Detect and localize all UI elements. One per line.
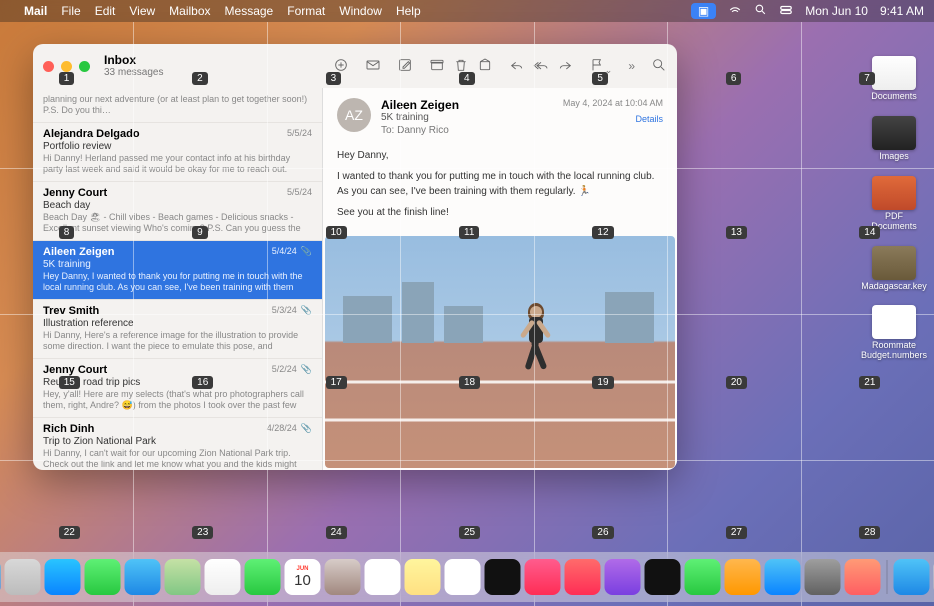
- minimize-button[interactable]: [61, 61, 72, 72]
- menubar-time[interactable]: 9:41 AM: [880, 4, 924, 18]
- to-label: To:: [381, 125, 394, 136]
- envelope-icon[interactable]: [365, 57, 381, 76]
- wifi-icon[interactable]: [728, 3, 742, 20]
- message-item[interactable]: planning our next adventure (or at least…: [33, 88, 322, 123]
- dock: JUN10: [0, 552, 934, 602]
- reply-all-icon[interactable]: [533, 57, 549, 76]
- menu-format[interactable]: Format: [287, 4, 325, 18]
- maximize-button[interactable]: [79, 61, 90, 72]
- dock-mail[interactable]: [125, 559, 161, 595]
- grid-marker: 26: [592, 526, 613, 539]
- traffic-lights: [43, 61, 90, 72]
- dock-notes[interactable]: [405, 559, 441, 595]
- dock-finder[interactable]: [0, 559, 1, 595]
- reader-body: Hey Danny, I wanted to thank you for put…: [323, 144, 677, 236]
- message-item[interactable]: Rich Dinh4/28/24📎Trip to Zion National P…: [33, 418, 322, 470]
- menu-view[interactable]: View: [129, 4, 155, 18]
- close-button[interactable]: [43, 61, 54, 72]
- reader-subject: 5K training: [381, 112, 553, 123]
- dock-news[interactable]: [565, 559, 601, 595]
- dock-pages[interactable]: [725, 559, 761, 595]
- attachment-image[interactable]: [325, 236, 675, 468]
- menubar-date[interactable]: Mon Jun 10: [805, 4, 868, 18]
- grid-marker: 13: [726, 226, 747, 239]
- dock-messages[interactable]: [85, 559, 121, 595]
- desktop-item[interactable]: Images: [862, 116, 926, 162]
- grid-marker: 24: [326, 526, 347, 539]
- compose-icon[interactable]: [397, 57, 413, 76]
- dock-contacts[interactable]: [325, 559, 361, 595]
- grid-marker: 25: [459, 526, 480, 539]
- menu-file[interactable]: File: [61, 4, 80, 18]
- mailbox-title: Inbox: [104, 54, 163, 67]
- message-item[interactable]: Jenny Court5/2/24📎Reunion road trip pics…: [33, 359, 322, 418]
- grid-marker: 27: [726, 526, 747, 539]
- dock-settings[interactable]: [805, 559, 841, 595]
- app-name[interactable]: Mail: [24, 4, 47, 18]
- junk-icon[interactable]: [477, 57, 493, 76]
- archive-icon[interactable]: [429, 57, 445, 76]
- reader-from: Aileen Zeigen: [381, 98, 553, 112]
- desktop-item[interactable]: Roommate Budget.numbers: [862, 305, 926, 361]
- dock-podcasts[interactable]: [605, 559, 641, 595]
- message-list[interactable]: planning our next adventure (or at least…: [33, 88, 323, 470]
- control-center-icon[interactable]: [779, 3, 793, 20]
- menu-mailbox[interactable]: Mailbox: [169, 4, 210, 18]
- more-icon[interactable]: »: [628, 59, 635, 73]
- menu-message[interactable]: Message: [225, 4, 274, 18]
- forward-icon[interactable]: [557, 57, 573, 76]
- menubar: Mail File Edit View Mailbox Message Form…: [0, 0, 934, 22]
- dock-appstore[interactable]: [765, 559, 801, 595]
- reply-icon[interactable]: [509, 57, 525, 76]
- grid-marker: 23: [192, 526, 213, 539]
- trash-icon[interactable]: [453, 57, 469, 76]
- message-reader: AZ Aileen Zeigen 5K training To: Danny R…: [323, 88, 677, 470]
- spotlight-icon[interactable]: [754, 3, 767, 19]
- message-item[interactable]: Trev Smith5/3/24📎Illustration referenceH…: [33, 300, 322, 359]
- flag-icon[interactable]: ⌄: [589, 57, 613, 76]
- dock-safari[interactable]: [45, 559, 81, 595]
- grid-marker: 28: [859, 526, 880, 539]
- menu-help[interactable]: Help: [396, 4, 421, 18]
- desktop-item[interactable]: Documents: [862, 56, 926, 102]
- grid-marker: 22: [59, 526, 80, 539]
- grid-marker: 21: [859, 376, 880, 389]
- titlebar[interactable]: Inbox 33 messages ⌄ »: [33, 44, 677, 88]
- grid-marker: 6: [726, 72, 742, 85]
- filter-icon[interactable]: [333, 57, 349, 76]
- reader-to: Danny Rico: [397, 125, 449, 136]
- runner-figure: [521, 306, 555, 396]
- desktop-icons: Documents Images PDF Documents Madagascar.k…: [862, 56, 926, 361]
- dock-iphone-mirror[interactable]: [845, 559, 881, 595]
- desktop-item[interactable]: PDF Documents: [862, 176, 926, 232]
- screen-share-icon[interactable]: ▣: [691, 3, 716, 19]
- desktop-item[interactable]: Madagascar.key: [862, 246, 926, 292]
- dock-launchpad[interactable]: [5, 559, 41, 595]
- menu-edit[interactable]: Edit: [95, 4, 116, 18]
- dock-calendar[interactable]: JUN10: [285, 559, 321, 595]
- dock-photos[interactable]: [205, 559, 241, 595]
- toolbar: ⌄ »: [333, 57, 667, 76]
- dock-maps[interactable]: [165, 559, 201, 595]
- dock-music[interactable]: [525, 559, 561, 595]
- dock-freeform[interactable]: [445, 559, 481, 595]
- details-link[interactable]: Details: [563, 114, 663, 124]
- dock-tv[interactable]: [485, 559, 521, 595]
- dock-reminders[interactable]: [365, 559, 401, 595]
- message-item[interactable]: Alejandra Delgado5/5/24Portfolio reviewH…: [33, 123, 322, 182]
- mail-window: Inbox 33 messages ⌄ » planning our next …: [33, 44, 677, 470]
- message-item[interactable]: Jenny Court5/5/24Beach dayBeach Day 🏖 - …: [33, 182, 322, 241]
- grid-marker: 20: [726, 376, 747, 389]
- mailbox-count: 33 messages: [104, 67, 163, 78]
- menu-window[interactable]: Window: [339, 4, 382, 18]
- reader-timestamp: May 4, 2024 at 10:04 AM: [563, 98, 663, 108]
- search-icon[interactable]: [651, 57, 667, 76]
- dock-facetime[interactable]: [245, 559, 281, 595]
- dock-numbers[interactable]: [685, 559, 721, 595]
- dock-downloads[interactable]: [894, 559, 930, 595]
- avatar: AZ: [337, 98, 371, 132]
- dock-stocks[interactable]: [645, 559, 681, 595]
- message-item[interactable]: Aileen Zeigen5/4/24📎5K trainingHey Danny…: [33, 241, 322, 300]
